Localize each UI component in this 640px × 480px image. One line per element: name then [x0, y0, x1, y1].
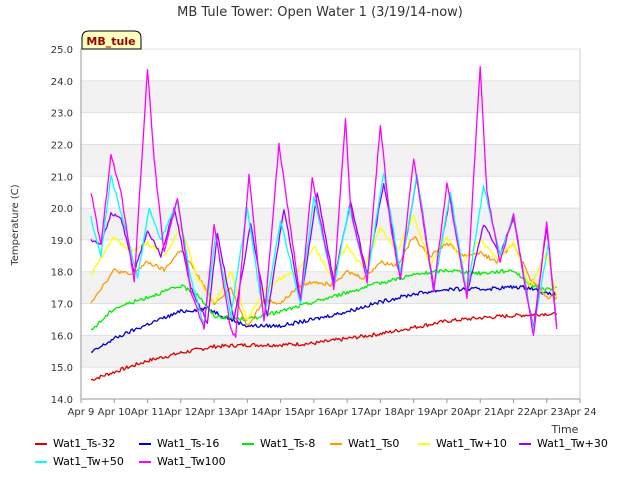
x-tick-label: Apr 10	[98, 407, 131, 418]
y-tick-label: 19.0	[51, 236, 73, 247]
x-tick-label: Apr 19	[397, 407, 430, 418]
x-tick-label: Apr 15	[264, 407, 297, 418]
y-tick-label: 18.0	[51, 268, 73, 279]
x-tick-label: Apr 13	[197, 407, 230, 418]
line-chart: 14.0 15.0 16.0 17.0 18.0 19.0 20.0 21.0 22.0 23.0…	[10, 5, 597, 436]
x-tick-label: Apr 23	[530, 407, 563, 418]
y-tick-label: 17.0	[51, 300, 73, 311]
y-tick-label: 14.0	[51, 395, 73, 406]
x-tick-label: Apr 24	[563, 407, 596, 418]
x-tick-label: Apr 17	[331, 407, 364, 418]
site-label-tag: MB_tule	[81, 30, 142, 50]
background-band	[81, 49, 580, 81]
y-tick-label: 20.0	[51, 204, 73, 215]
y-tick-label: 23.0	[51, 109, 73, 120]
y-tick-label: 21.0	[51, 172, 73, 183]
y-tick-label: 25.0	[51, 45, 73, 56]
x-tick-label: Apr 14	[231, 407, 264, 418]
x-tick-label: Apr 18	[364, 407, 397, 418]
x-tick-label: Apr 12	[164, 407, 197, 418]
x-tick-label: Apr 9	[68, 407, 95, 418]
x-tick-label: Apr 22	[497, 407, 530, 418]
chart-title: MB Tule Tower: Open Water 1 (3/19/14-now…	[177, 5, 463, 20]
background-band	[81, 303, 580, 336]
x-axis-label: Time	[551, 423, 579, 436]
background-band	[81, 112, 580, 145]
y-tick-label: 15.0	[51, 363, 73, 374]
x-tick-label: Apr 11	[131, 407, 164, 418]
site-label-text: MB_tule	[86, 35, 135, 48]
background-band	[81, 208, 580, 240]
plot-background-bands	[81, 49, 580, 399]
background-band	[81, 367, 580, 399]
x-tick-label: Apr 16	[297, 407, 330, 418]
x-tick-label: Apr 20	[430, 407, 463, 418]
y-tick-label: 22.0	[51, 140, 73, 151]
y-tick-label: 16.0	[51, 331, 73, 342]
background-band	[81, 80, 580, 113]
y-tick-label: 24.0	[51, 77, 73, 88]
x-tick-label: Apr 21	[464, 407, 497, 418]
y-axis-label: Temperature (C)	[10, 184, 21, 266]
